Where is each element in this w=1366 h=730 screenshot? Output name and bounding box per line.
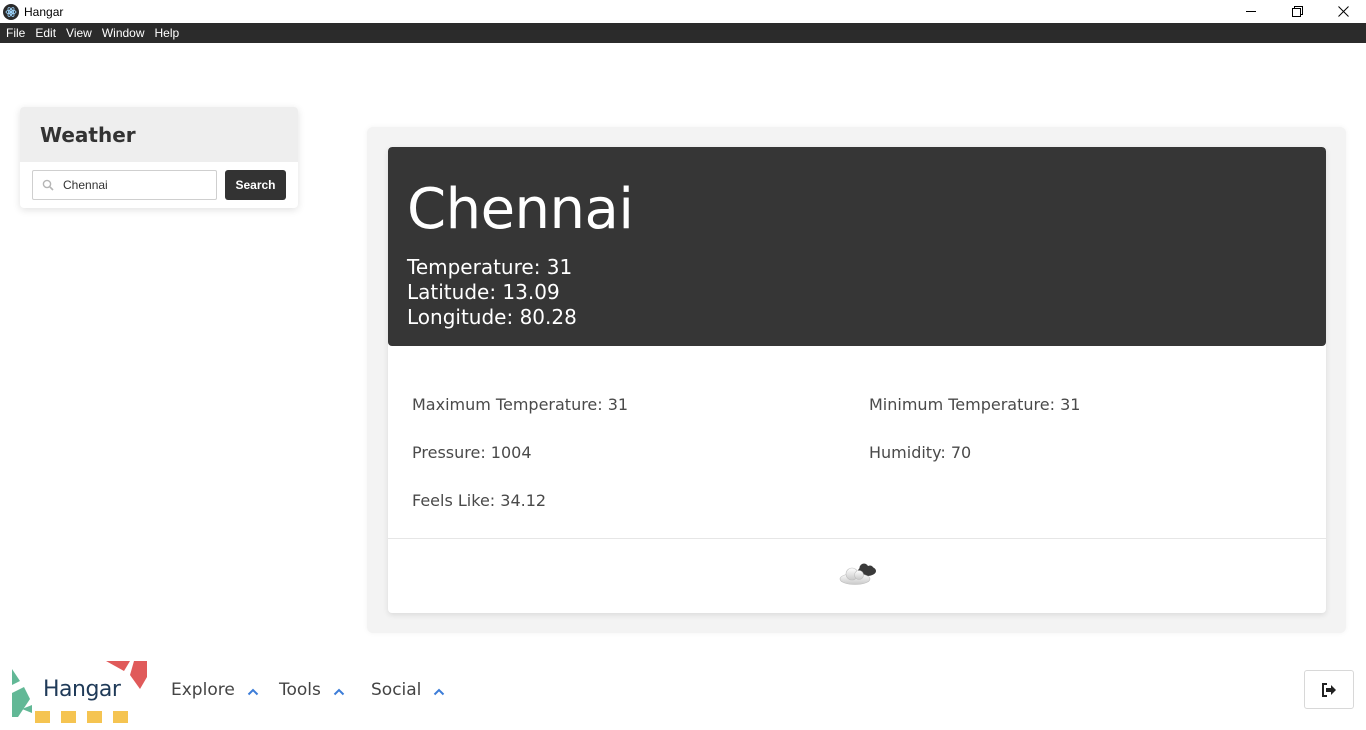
result-header: Chennai Temperature: 31 Latitude: 13.09 … <box>388 147 1326 346</box>
min-temperature: Minimum Temperature: 31 <box>869 395 1081 414</box>
menu-bar: File Edit View Window Help <box>0 23 1366 43</box>
search-card-header: Weather <box>20 107 298 162</box>
humidity: Humidity: 70 <box>869 443 972 462</box>
menu-file[interactable]: File <box>1 23 30 43</box>
title-bar: Hangar <box>0 0 1366 23</box>
cloud-icon <box>839 563 876 585</box>
result-panel: Chennai Temperature: 31 Latitude: 13.09 … <box>367 127 1346 633</box>
sign-out-icon <box>1322 682 1336 697</box>
city-search-input[interactable] <box>63 178 213 192</box>
window-title: Hangar <box>24 4 64 19</box>
city-name: Chennai <box>407 177 634 242</box>
temperature-value: Temperature: 31 <box>407 255 573 279</box>
menu-help[interactable]: Help <box>150 23 185 43</box>
search-field[interactable] <box>32 170 217 200</box>
search-card-title: Weather <box>40 122 136 147</box>
nav-explore-label: Explore <box>171 680 235 700</box>
chevron-up-icon <box>434 688 445 695</box>
minimize-button[interactable] <box>1228 0 1274 23</box>
nav-social[interactable]: Social <box>371 680 445 700</box>
nav-explore[interactable]: Explore <box>171 680 259 700</box>
restore-button[interactable] <box>1274 0 1320 23</box>
chevron-up-icon <box>333 688 345 695</box>
menu-view[interactable]: View <box>61 23 97 43</box>
divider <box>388 538 1326 539</box>
search-icon <box>42 179 54 191</box>
footer-bar: Hangar Explore Tools Social <box>0 655 1366 725</box>
feels-like: Feels Like: 34.12 <box>412 491 547 510</box>
menu-edit[interactable]: Edit <box>30 23 61 43</box>
logo-text: Hangar <box>43 677 121 702</box>
nav-tools-label: Tools <box>279 680 321 700</box>
chevron-up-icon <box>247 688 259 695</box>
menu-window[interactable]: Window <box>97 23 150 43</box>
nav-tools[interactable]: Tools <box>279 680 345 700</box>
close-button[interactable] <box>1320 0 1366 23</box>
max-temperature: Maximum Temperature: 31 <box>412 395 629 414</box>
pressure: Pressure: 1004 <box>412 443 532 462</box>
restore-icon <box>1291 6 1303 17</box>
close-icon <box>1337 6 1349 17</box>
longitude-value: Longitude: 80.28 <box>407 305 577 329</box>
search-button[interactable]: Search <box>225 170 286 200</box>
latitude-value: Latitude: 13.09 <box>407 280 560 304</box>
hangar-logo[interactable]: Hangar <box>10 659 150 725</box>
app-icon <box>3 3 19 20</box>
logout-button[interactable] <box>1304 670 1354 709</box>
nav-social-label: Social <box>371 680 422 700</box>
minimize-icon <box>1245 11 1256 12</box>
weather-result-card: Chennai Temperature: 31 Latitude: 13.09 … <box>388 147 1326 613</box>
weather-search-card: Weather Search <box>20 107 298 208</box>
